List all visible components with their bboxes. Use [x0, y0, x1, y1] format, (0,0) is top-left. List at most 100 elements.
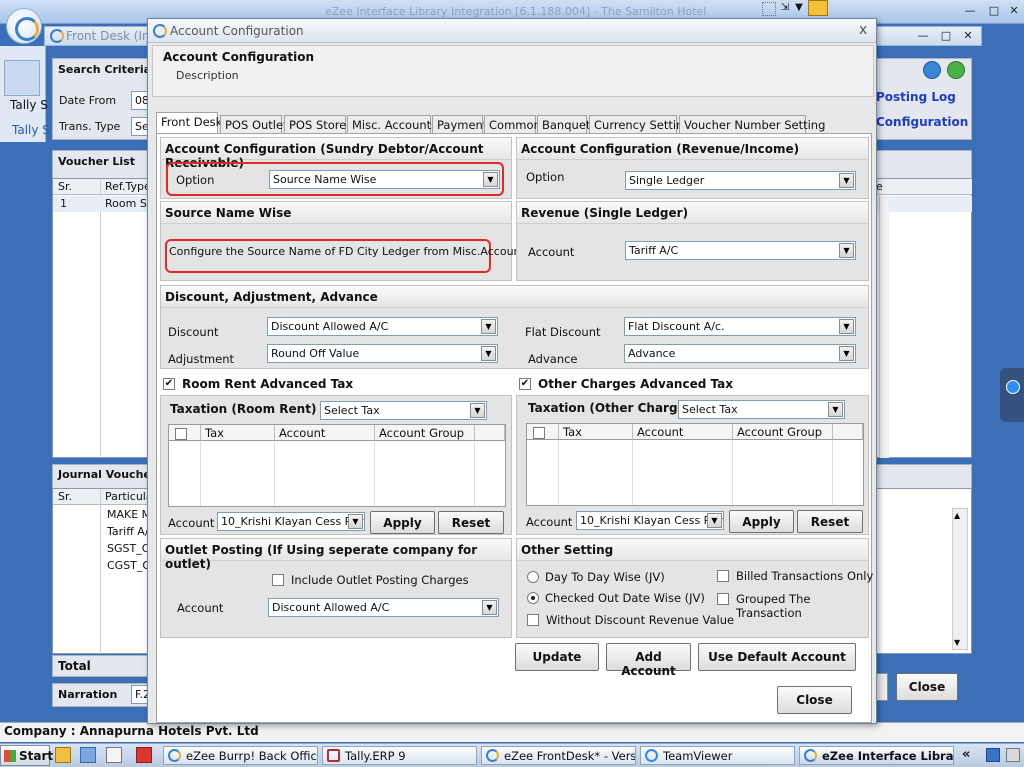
other-charges-tax-checkbox[interactable]: ✔: [519, 378, 531, 390]
room-rent-account-select[interactable]: 10_Krishi Klayan Cess Paya ▼: [217, 512, 365, 531]
teamviewer-icon[interactable]: [1006, 380, 1020, 394]
other-charges-tax-table[interactable]: Tax Account Account Group: [526, 423, 864, 506]
resize-icon[interactable]: ⇲: [778, 2, 792, 16]
add-account-button[interactable]: Add Account: [606, 643, 691, 678]
taskbar-overflow-icon[interactable]: «: [962, 747, 970, 762]
desktop-icon[interactable]: [80, 747, 96, 763]
other-charges-apply-button[interactable]: Apply: [729, 510, 794, 533]
tally-tab[interactable]: Tally S: [12, 123, 50, 137]
document-icon[interactable]: [106, 747, 122, 763]
room-rent-apply-button[interactable]: Apply: [370, 511, 435, 534]
refresh-icon[interactable]: [947, 61, 965, 79]
room-rent-tax-checkbox[interactable]: ✔: [163, 378, 175, 390]
grid-icon[interactable]: [762, 2, 776, 16]
grouped-checkbox[interactable]: [717, 593, 729, 605]
date-from-input[interactable]: 08: [131, 91, 148, 110]
advance-select[interactable]: Advance ▼: [624, 344, 856, 363]
task-tally[interactable]: Tally.ERP 9: [322, 746, 477, 765]
teamviewer-tab[interactable]: [1000, 368, 1024, 422]
chevron-down-icon[interactable]: ▼: [828, 402, 843, 417]
chevron-down-icon[interactable]: ▼: [839, 319, 854, 334]
chevron-down-icon[interactable]: ▼: [483, 172, 498, 187]
tab-common[interactable]: Common: [484, 115, 541, 133]
vl-row-sr: 1: [60, 197, 67, 210]
task-frontdesk[interactable]: eZee FrontDesk* - Versi...: [481, 746, 636, 765]
chevron-down-icon[interactable]: ▼: [792, 2, 806, 16]
fd-minimize-icon[interactable]: —: [915, 29, 931, 43]
room-rent-tax-table[interactable]: Tax Account Account Group: [168, 424, 506, 507]
other-charges-account-select[interactable]: 10_Krishi Klayan Cess Paya ▼: [576, 511, 724, 530]
dialog-close-icon[interactable]: x: [859, 22, 867, 38]
tab-payment[interactable]: Payment: [432, 115, 487, 133]
scroll-up-icon[interactable]: ▲: [954, 511, 960, 520]
network-icon[interactable]: [986, 748, 1000, 762]
fd-close-icon[interactable]: ✕: [960, 29, 976, 43]
fd-maximize-icon[interactable]: □: [938, 29, 954, 43]
tally-icon[interactable]: [4, 60, 40, 96]
select-all-checkbox[interactable]: [175, 428, 187, 440]
revenue-option-select[interactable]: Single Ledger ▼: [625, 171, 856, 190]
close-icon[interactable]: ✕: [1006, 4, 1022, 18]
use-default-account-button[interactable]: Use Default Account: [698, 643, 856, 671]
folder-icon[interactable]: [55, 747, 71, 763]
sundry-option-select[interactable]: Source Name Wise ▼: [269, 170, 500, 189]
maximize-icon[interactable]: □: [986, 4, 1002, 18]
chevron-down-icon[interactable]: ▼: [707, 513, 722, 528]
task-back-office[interactable]: eZee Burrp! Back Office...: [163, 746, 318, 765]
day-to-day-radio[interactable]: [527, 571, 539, 583]
other-charges-select-tax[interactable]: Select Tax ▼: [678, 400, 845, 419]
scroll-down-icon[interactable]: ▼: [954, 638, 960, 647]
select-all-checkbox[interactable]: [533, 427, 545, 439]
tab-misc-accounts[interactable]: Misc. Accounts: [347, 115, 437, 133]
billed-only-checkbox[interactable]: [717, 570, 729, 582]
tab-currency-setting[interactable]: Currency Setting: [589, 115, 691, 133]
chevron-down-icon[interactable]: ▼: [482, 600, 497, 615]
search-icon[interactable]: [923, 61, 941, 79]
chevron-down-icon[interactable]: ▼: [839, 346, 854, 361]
scrollbar[interactable]: [879, 196, 889, 458]
chevron-down-icon[interactable]: ▼: [470, 403, 485, 418]
revenue-account-select[interactable]: Tariff A/C ▼: [625, 241, 856, 260]
jv-scrollbar[interactable]: [952, 508, 968, 650]
outlet-account-select[interactable]: Discount Allowed A/C ▼: [268, 598, 499, 617]
volume-icon[interactable]: [1006, 748, 1020, 762]
notification-icon[interactable]: [808, 0, 828, 16]
update-button[interactable]: Update: [515, 643, 599, 671]
room-rent-reset-button[interactable]: Reset: [438, 511, 504, 534]
start-button[interactable]: Start: [0, 745, 53, 766]
room-rent-select-tax[interactable]: Select Tax ▼: [320, 401, 487, 420]
minimize-icon[interactable]: —: [962, 4, 978, 18]
tally-label[interactable]: Tally S: [10, 98, 48, 112]
tab-pos-outlet[interactable]: POS Outlet: [220, 115, 288, 133]
chevron-down-icon[interactable]: ▼: [481, 319, 496, 334]
without-discount-checkbox[interactable]: [527, 614, 539, 626]
chevron-down-icon[interactable]: ▼: [348, 514, 363, 529]
jv-row[interactable]: SGST_O: [107, 542, 150, 555]
dialog-close-button[interactable]: Close: [777, 686, 852, 714]
adjustment-select[interactable]: Round Off Value ▼: [267, 344, 498, 363]
chevron-down-icon[interactable]: ▼: [481, 346, 496, 361]
narration-input[interactable]: F.2: [131, 685, 148, 704]
discount-select[interactable]: Discount Allowed A/C ▼: [267, 317, 498, 336]
configuration-link[interactable]: Configuration: [876, 115, 968, 129]
other-charges-reset-button[interactable]: Reset: [797, 510, 863, 533]
task-teamviewer[interactable]: TeamViewer: [640, 746, 795, 765]
jv-row[interactable]: CGST_O: [107, 559, 151, 572]
jv-row[interactable]: Tariff A/: [107, 525, 149, 538]
tally-icon: [327, 749, 340, 762]
app-icon[interactable]: [136, 747, 152, 763]
bg-close-button[interactable]: Close: [896, 673, 958, 701]
include-outlet-checkbox[interactable]: [272, 574, 284, 586]
posting-log-link[interactable]: Posting Log: [876, 90, 956, 104]
tab-banquet[interactable]: Banquet: [537, 115, 590, 133]
task-interface-library[interactable]: eZee Interface Libra...: [799, 746, 954, 765]
flat-discount-select[interactable]: Flat Discount A/c. ▼: [624, 317, 856, 336]
tab-pos-store[interactable]: POS Store: [284, 115, 346, 133]
ezee-logo-icon[interactable]: [6, 8, 42, 44]
tab-voucher-number-setting[interactable]: Voucher Number Setting: [679, 115, 825, 133]
tab-front-desk[interactable]: Front Desk: [156, 112, 222, 134]
chevron-down-icon[interactable]: ▼: [839, 173, 854, 188]
checked-out-radio[interactable]: [527, 592, 539, 604]
trans-type-select[interactable]: Se: [131, 117, 148, 136]
chevron-down-icon[interactable]: ▼: [839, 243, 854, 258]
